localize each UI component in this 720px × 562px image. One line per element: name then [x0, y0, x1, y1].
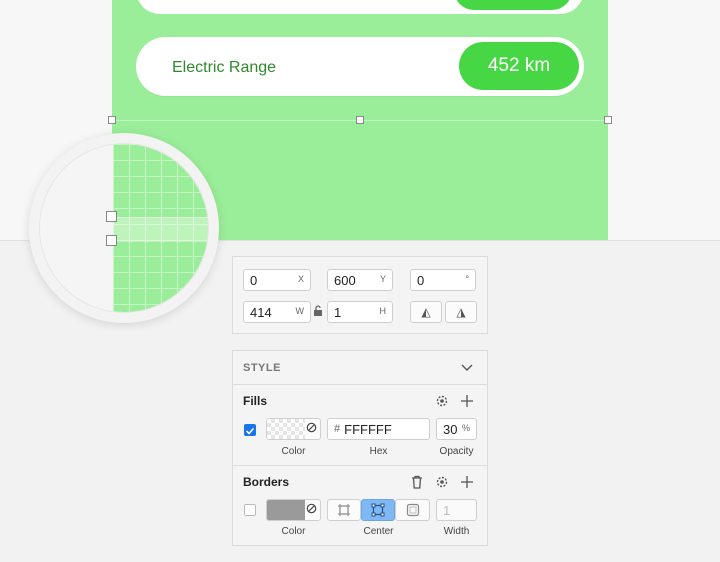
height-value: 1 [334, 304, 342, 320]
spec-value-pill-partial [454, 0, 572, 10]
border-outside-button[interactable] [395, 499, 430, 521]
border-color-caption: Color [281, 526, 306, 537]
fills-title: Fills [243, 394, 268, 408]
color-picker-icon [306, 503, 317, 517]
transparent-swatch [267, 419, 305, 439]
rotation-field[interactable]: 0 ° [410, 269, 476, 291]
x-suffix: X [297, 274, 304, 284]
fill-hex-caption: Hex [369, 446, 388, 457]
fill-enabled-checkbox[interactable] [244, 424, 256, 436]
fill-color-caption: Color [281, 446, 306, 457]
magnifier-lens [39, 143, 209, 313]
fills-borders-divider [233, 465, 487, 466]
fill-opacity-caption: Opacity [439, 446, 474, 457]
trash-icon [412, 475, 422, 489]
height-suffix: H [379, 306, 387, 316]
fill-hex-value: FFFFFF [344, 421, 392, 437]
border-outside-icon [406, 503, 419, 517]
fill-opacity-field[interactable]: 30 % [436, 418, 477, 440]
spec-row-electric-range[interactable]: Electric Range 452 km [136, 37, 584, 96]
spec-value-pill: 452 km [459, 42, 579, 90]
chevron-down-icon [461, 364, 473, 371]
rotation-suffix: ° [465, 274, 469, 284]
flip-horizontal-icon: ◭ [421, 305, 431, 319]
fill-color-well[interactable] [266, 418, 321, 440]
style-panel: STYLE Fills # FFFFFF 30 % Color Hex Opac… [232, 350, 488, 546]
border-position-caption: Center [363, 526, 394, 537]
fills-settings-button[interactable] [433, 392, 451, 410]
style-divider [233, 384, 487, 385]
style-section-title: STYLE [243, 362, 281, 374]
width-field[interactable]: 414 W [243, 301, 311, 323]
loupe-handle-top[interactable] [106, 211, 117, 222]
lock-icon[interactable] [310, 303, 326, 319]
width-suffix: W [295, 306, 305, 316]
spec-label: Electric Range [172, 59, 277, 76]
border-color-well[interactable] [266, 499, 321, 521]
y-value: 600 [334, 272, 356, 288]
selection-handle-center[interactable] [356, 116, 364, 124]
flip-horizontal-button[interactable]: ◭ [410, 301, 442, 323]
magnifier-loupe [29, 133, 219, 323]
borders-settings-button[interactable] [433, 473, 451, 491]
border-width-placeholder: 1 [443, 502, 451, 518]
fill-opacity-value: 30 [443, 421, 458, 437]
selection-handle-left[interactable] [108, 116, 116, 124]
x-value: 0 [250, 272, 258, 288]
border-center-button[interactable] [361, 499, 395, 521]
fill-hex-field[interactable]: # FFFFFF [327, 418, 430, 440]
hex-prefix: # [334, 423, 341, 435]
spec-value: 452 km [487, 55, 551, 76]
border-enabled-checkbox[interactable] [244, 504, 256, 516]
height-field[interactable]: 1 H [327, 301, 393, 323]
delete-border-button[interactable] [408, 473, 426, 491]
spec-row-partial [136, 0, 584, 14]
add-border-button[interactable] [458, 473, 476, 491]
collapse-style-button[interactable] [458, 359, 476, 377]
magnified-line [113, 217, 208, 242]
borders-title: Borders [243, 475, 290, 489]
border-width-caption: Width [443, 526, 470, 537]
y-field[interactable]: 600 Y [327, 269, 393, 291]
border-inside-icon [338, 504, 350, 516]
flip-vertical-button[interactable]: ◮ [445, 301, 477, 323]
color-picker-icon [306, 422, 317, 436]
loupe-handle-bottom[interactable] [106, 235, 117, 246]
y-suffix: Y [379, 274, 386, 284]
border-inside-button[interactable] [327, 499, 361, 521]
gear-icon [436, 476, 448, 488]
opacity-suffix: % [461, 423, 470, 433]
gray-swatch [267, 500, 305, 520]
selection-handle-right[interactable] [604, 116, 612, 124]
gear-icon [436, 395, 448, 407]
plus-icon [461, 395, 473, 407]
check-icon [245, 427, 255, 435]
width-value: 414 [250, 304, 272, 320]
border-width-field[interactable]: 1 [436, 499, 477, 521]
flip-vertical-icon: ◮ [456, 305, 466, 319]
border-center-icon [371, 503, 385, 517]
transform-panel: 0 X 600 Y 0 ° 414 W 1 H ◭ ◮ [232, 256, 488, 334]
rotation-value: 0 [417, 272, 425, 288]
plus-icon [461, 476, 473, 488]
add-fill-button[interactable] [458, 392, 476, 410]
x-field[interactable]: 0 X [243, 269, 311, 291]
